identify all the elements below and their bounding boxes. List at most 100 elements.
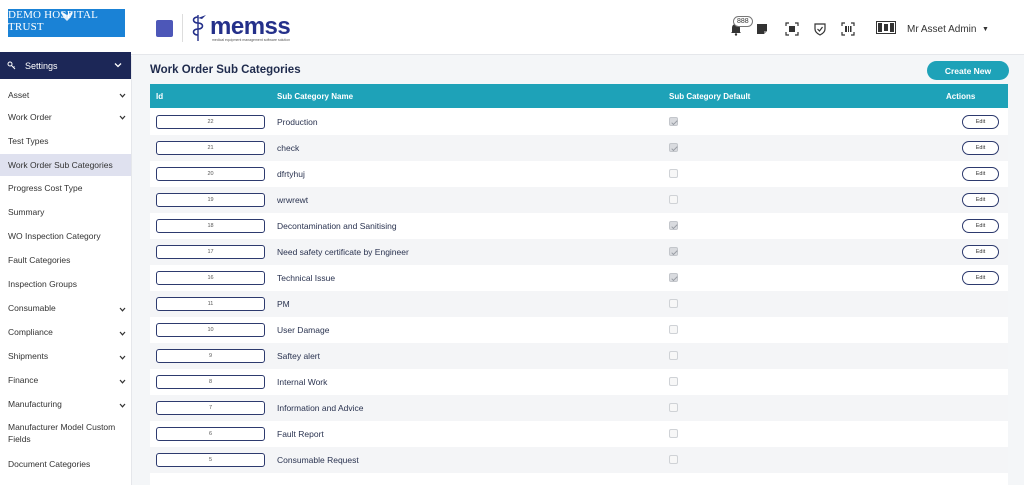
crest-icon bbox=[61, 11, 73, 21]
column-header-actions: Actions bbox=[946, 92, 976, 101]
chevron-down-icon bbox=[114, 63, 122, 68]
brand-tagline: medical equipment management software so… bbox=[212, 38, 291, 42]
sub-category-name: Need safety certificate by Engineer bbox=[277, 247, 409, 257]
edit-button[interactable]: Edit bbox=[962, 245, 999, 259]
edit-button[interactable]: Edit bbox=[962, 193, 999, 207]
sub-category-name: Information and Advice bbox=[277, 403, 364, 413]
sidebar-item-manufacturing[interactable]: Manufacturing bbox=[0, 394, 131, 414]
sidebar-item-shipments[interactable]: Shipments bbox=[0, 346, 131, 366]
trust-logo[interactable]: DEMO HOSPITAL TRUST bbox=[8, 9, 125, 37]
id-field[interactable]: 9 bbox=[156, 349, 265, 363]
sidebar-item-fault-categories[interactable]: Fault Categories bbox=[0, 250, 131, 270]
id-field[interactable]: 16 bbox=[156, 271, 265, 285]
column-header-id[interactable]: Id bbox=[156, 92, 163, 101]
shield-icon[interactable] bbox=[813, 22, 827, 36]
id-field[interactable]: 5 bbox=[156, 453, 265, 467]
key-icon bbox=[7, 61, 16, 70]
edit-button[interactable]: Edit bbox=[962, 115, 999, 129]
sidebar-item-work-order-sub-categories[interactable]: Work Order Sub Categories bbox=[0, 154, 131, 176]
default-checkbox[interactable] bbox=[669, 117, 678, 126]
id-field[interactable]: 22 bbox=[156, 115, 265, 129]
id-field[interactable]: 10 bbox=[156, 323, 265, 337]
sidebar-item-summary[interactable]: Summary bbox=[0, 202, 131, 222]
sidebar-item-inspection-groups[interactable]: Inspection Groups bbox=[0, 274, 131, 294]
table-row: 10 User Damage bbox=[150, 317, 1008, 343]
sub-category-name: Technical Issue bbox=[277, 273, 336, 283]
id-field[interactable]: 21 bbox=[156, 141, 265, 155]
id-field[interactable]: 19 bbox=[156, 193, 265, 207]
table-row: 18 Decontamination and Sanitising Edit bbox=[150, 213, 1008, 239]
header-divider bbox=[182, 14, 183, 42]
table-header: Id Sub Category Name Sub Category Defaul… bbox=[150, 84, 1008, 108]
default-checkbox[interactable] bbox=[669, 377, 678, 386]
default-checkbox[interactable] bbox=[669, 455, 678, 464]
sub-category-name: Saftey alert bbox=[277, 351, 320, 361]
table-row: 9 Saftey alert bbox=[150, 343, 1008, 369]
sticky-note-icon[interactable] bbox=[755, 22, 769, 36]
id-field[interactable]: 20 bbox=[156, 167, 265, 181]
chevron-down-icon bbox=[119, 355, 126, 360]
id-field[interactable]: 7 bbox=[156, 401, 265, 415]
sidebar-item-consumable[interactable]: Consumable bbox=[0, 298, 131, 318]
notification-badge: 888 bbox=[733, 16, 753, 27]
sub-category-name: Decontamination and Sanitising bbox=[277, 221, 397, 231]
create-new-button[interactable]: Create New bbox=[927, 61, 1009, 80]
table-row: 19 wrwrewt Edit bbox=[150, 187, 1008, 213]
user-name[interactable]: Mr Asset Admin bbox=[907, 24, 976, 35]
chevron-down-icon bbox=[119, 307, 126, 312]
sidebar-item-compliance[interactable]: Compliance bbox=[0, 322, 131, 342]
avatar[interactable] bbox=[876, 21, 896, 34]
default-checkbox[interactable] bbox=[669, 299, 678, 308]
id-field[interactable]: 11 bbox=[156, 297, 265, 311]
sidebar-item-manufacturer-model-custom-fields[interactable]: Manufacturer Model Custom Fields bbox=[0, 418, 131, 448]
table-row: 7 Information and Advice bbox=[150, 395, 1008, 421]
table-row: 16 Technical Issue Edit bbox=[150, 265, 1008, 291]
default-checkbox[interactable] bbox=[669, 351, 678, 360]
default-checkbox[interactable] bbox=[669, 325, 678, 334]
table-row: 20 dfrtyhuj Edit bbox=[150, 161, 1008, 187]
column-header-name[interactable]: Sub Category Name bbox=[277, 92, 353, 101]
table-row: 22 Production Edit bbox=[150, 109, 1008, 135]
edit-button[interactable]: Edit bbox=[962, 167, 999, 181]
default-checkbox[interactable] bbox=[669, 195, 678, 204]
table-row: 8 Internal Work bbox=[150, 369, 1008, 395]
chevron-down-icon bbox=[119, 93, 126, 98]
sub-category-name: Production bbox=[277, 117, 318, 127]
default-checkbox[interactable] bbox=[669, 247, 678, 256]
sidebar-item-work-order[interactable]: Work Order bbox=[0, 107, 131, 127]
sidebar-item-finance[interactable]: Finance bbox=[0, 370, 131, 390]
sub-category-name: Consumable Request bbox=[277, 455, 359, 465]
user-menu-caret-icon[interactable]: ▼ bbox=[982, 26, 989, 33]
default-checkbox[interactable] bbox=[669, 429, 678, 438]
default-checkbox[interactable] bbox=[669, 143, 678, 152]
default-checkbox[interactable] bbox=[669, 169, 678, 178]
default-checkbox[interactable] bbox=[669, 273, 678, 282]
default-checkbox[interactable] bbox=[669, 221, 678, 230]
edit-button[interactable]: Edit bbox=[962, 271, 999, 285]
menu-toggle-button[interactable] bbox=[156, 20, 173, 37]
id-field[interactable]: 17 bbox=[156, 245, 265, 259]
sidebar-item-progress-cost-type[interactable]: Progress Cost Type bbox=[0, 178, 131, 198]
edit-button[interactable]: Edit bbox=[962, 141, 999, 155]
sidebar-item-wo-inspection-category[interactable]: WO Inspection Category bbox=[0, 226, 131, 246]
sub-category-name: Internal Work bbox=[277, 377, 328, 387]
id-field[interactable]: 6 bbox=[156, 427, 265, 441]
edit-button[interactable]: Edit bbox=[962, 219, 999, 233]
qr-scan-icon[interactable] bbox=[785, 22, 799, 36]
table-row: 17 Need safety certificate by Engineer Edi… bbox=[150, 239, 1008, 265]
table-row: 5 Consumable Request bbox=[150, 447, 1008, 473]
barcode-scan-icon[interactable] bbox=[841, 22, 855, 36]
sidebar-item-settings[interactable]: Settings bbox=[0, 52, 131, 79]
id-field[interactable]: 8 bbox=[156, 375, 265, 389]
column-header-default[interactable]: Sub Category Default bbox=[669, 92, 750, 101]
sidebar-item-asset[interactable]: Asset bbox=[0, 85, 131, 105]
sidebar-item-document-categories[interactable]: Document Categories bbox=[0, 454, 131, 474]
sidebar-item-test-types[interactable]: Test Types bbox=[0, 131, 131, 151]
id-field[interactable]: 18 bbox=[156, 219, 265, 233]
brand-name: memss bbox=[210, 13, 291, 40]
sub-category-name: wrwrewt bbox=[277, 195, 309, 205]
table-row: 6 Fault Report bbox=[150, 421, 1008, 447]
top-header: DEMO HOSPITAL TRUST memss medical equipm… bbox=[0, 0, 1024, 55]
sub-category-name: PM bbox=[277, 299, 290, 309]
default-checkbox[interactable] bbox=[669, 403, 678, 412]
